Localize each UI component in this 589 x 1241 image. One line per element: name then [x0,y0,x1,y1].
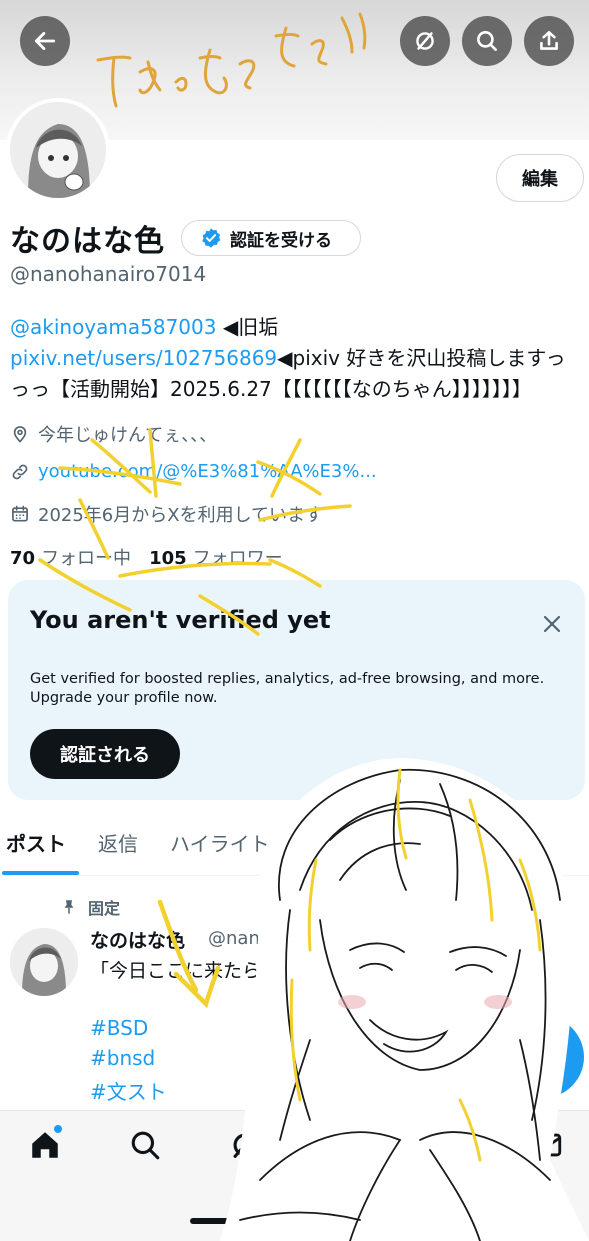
profile-tabs: ポスト 返信 ハイライト 記事 メディア [0,820,589,876]
user-handle: @nanohanairo7014 [10,262,207,286]
post-author-handle[interactable]: @nanohanairo7014 [208,928,385,949]
arrow-left-icon [34,32,56,50]
get-verified-label: 認証を受ける [230,230,332,251]
joined-text: 2025年6月からXを利用しています [38,505,324,526]
mail-icon[interactable] [530,1128,564,1162]
verified-badge-icon [202,228,221,248]
bell-icon[interactable] [428,1128,462,1162]
share-upload-icon [540,31,558,50]
location-text: 今年じゅけんてぇ、、、 [38,425,218,446]
following-label: フォロー中 [41,548,132,569]
share-button[interactable] [524,16,574,66]
followers-link[interactable]: 105 フォロワー [149,544,283,570]
profile-bio: @akinoyama587003 ◀旧垢 pixiv.net/users/102… [10,312,585,405]
hashtag-link[interactable]: #BSD [90,1016,148,1040]
followers-count: 105 [149,548,187,569]
hashtag-link[interactable]: #bnsd [90,1046,155,1070]
bio-mention-link[interactable]: @akinoyama587003 [10,315,216,339]
hashtag-link[interactable]: #文スト [90,1076,167,1105]
website-link[interactable]: youtube.com/@%E3%81%AA%E3%... [38,461,377,482]
tab-posts[interactable]: ポスト [6,828,66,857]
edit-profile-button[interactable]: 編集 [496,154,584,202]
link-icon [12,464,28,479]
get-verified-button[interactable]: 認証される [30,729,180,779]
following-link[interactable]: 70 フォロー中 [10,544,131,570]
tab-highlights[interactable]: ハイライト [170,828,270,857]
post-text: 「今日ここに来たら… [90,960,281,982]
verification-card-title: You aren't verified yet [30,606,331,634]
post-author-name[interactable]: なのはな色 [90,926,185,953]
plus-icon [530,1044,556,1070]
pinned-indicator: 固定 [60,895,120,919]
banner-handwriting-doodle [96,12,367,108]
verification-promo-card: You aren't verified yet Get verified for… [8,580,585,800]
followers-label: フォロワー [192,548,283,569]
close-icon[interactable] [540,612,564,636]
tab-replies[interactable]: 返信 [98,828,138,857]
location-row: 今年じゅけんてぇ、、、 [10,421,217,447]
joined-row: 2025年6月からXを利用しています [10,501,323,527]
avatar-image [10,102,106,198]
location-pin-icon [13,426,27,443]
active-tab-indicator [2,871,79,875]
pin-icon [64,900,74,914]
search-icon[interactable] [128,1128,162,1162]
bio-text-1: ◀旧垢 [216,315,279,339]
bio-pixiv-link[interactable]: pixiv.net/users/102756869 [10,346,277,370]
search-icon [477,31,497,51]
tab-media[interactable]: メディア [410,828,489,857]
grok-icon[interactable] [228,1128,262,1162]
calendar-icon [12,505,28,522]
slashed-circle-icon [416,32,434,50]
tab-articles[interactable]: 記事 [318,828,358,857]
compose-post-button[interactable] [502,1016,584,1098]
grok-button[interactable] [400,16,450,66]
home-indicator-bar [190,1218,400,1224]
profile-avatar[interactable] [6,98,110,202]
display-name: なのはな色 [10,224,165,259]
get-verified-pill[interactable]: 認証を受ける [181,220,361,256]
search-button[interactable] [462,16,512,66]
website-row: youtube.com/@%E3%81%AA%E3%... [10,461,377,482]
pinned-label: 固定 [88,899,121,918]
follow-stats: 70 フォロー中 105 フォロワー [10,544,283,570]
back-button[interactable] [20,16,70,66]
verification-card-text: Get verified for boosted replies, analyt… [30,671,545,706]
post-avatar[interactable] [10,928,78,996]
following-count: 70 [10,548,36,569]
home-notification-dot [53,1124,63,1134]
